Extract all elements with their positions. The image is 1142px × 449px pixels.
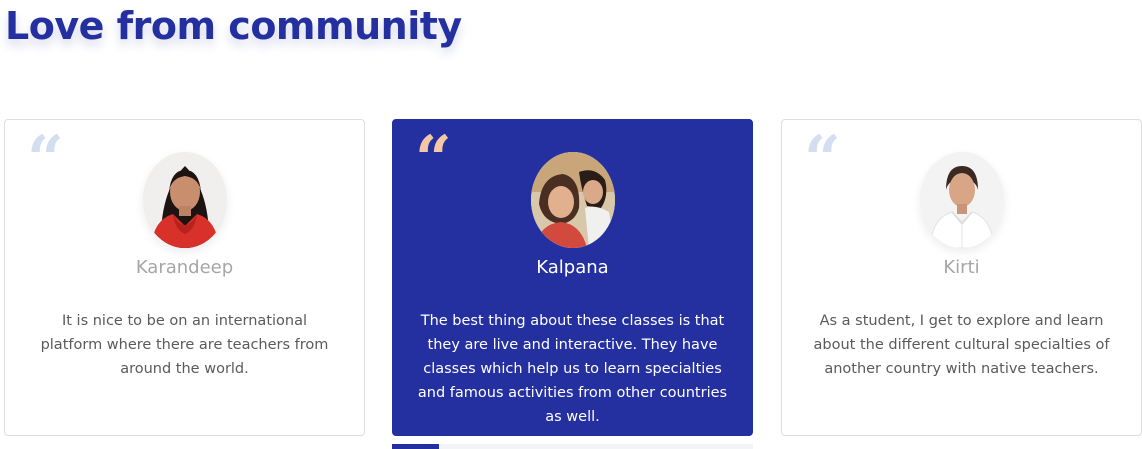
carousel-progress-track[interactable] (392, 444, 753, 449)
testimonial-card-kirti[interactable]: “ Kirti As a student, I get to explore a… (781, 119, 1142, 436)
quote-icon: “ (804, 122, 841, 197)
avatar-kirti (919, 152, 1004, 248)
testimonial-text: The best thing about these classes is th… (417, 313, 728, 425)
quote-icon: “ (27, 122, 64, 197)
testimonial-card-kalpana[interactable]: “ Kalpana The best thing about these cla… (392, 119, 753, 436)
testimonial-text: It is nice to be on an international pla… (40, 313, 329, 377)
testimonial-name: Karandeep (135, 257, 234, 278)
carousel-progress-fill (392, 444, 439, 449)
section-title: Love from community (5, 4, 462, 48)
testimonial-name: Kirti (943, 257, 980, 278)
avatar-kalpana (530, 152, 615, 248)
testimonial-name: Kalpana (536, 257, 609, 278)
testimonial-card-karandeep[interactable]: “ Karandeep It is nice to be on an inter… (4, 119, 365, 436)
quote-icon: “ (415, 122, 452, 197)
testimonial-text: As a student, I get to explore and learn… (813, 313, 1110, 377)
avatar-karandeep (142, 152, 227, 248)
